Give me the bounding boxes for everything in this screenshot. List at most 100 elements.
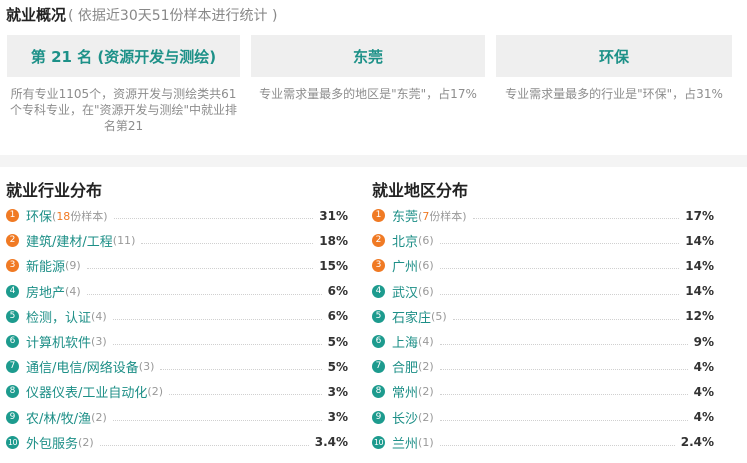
dotted-leader — [112, 318, 322, 320]
count-number: 11 — [117, 234, 132, 248]
count-close: ) — [76, 259, 81, 273]
rank-badge-icon: 2 — [372, 234, 385, 248]
industry-item-link[interactable]: 仪器仪表/工业自动化 — [26, 382, 147, 401]
count-close: ) — [429, 435, 434, 449]
sample-count: (2) — [78, 436, 94, 449]
count-close: ) — [158, 385, 163, 399]
percent-value: 12% — [685, 309, 714, 324]
top-industry-desc: 专业需求量最多的行业是"环保"，占31% — [505, 87, 723, 101]
industry-item-link[interactable]: 检测，认证 — [26, 307, 91, 326]
sample-count: (2) — [418, 360, 434, 373]
percent-value: 17% — [685, 208, 714, 223]
count-number: 2 — [151, 385, 159, 399]
percent-value: 14% — [685, 284, 714, 299]
industry-section-title: 就业行业分布 — [6, 181, 103, 200]
region-item-link[interactable]: 广州 — [392, 256, 418, 275]
dotted-leader — [86, 293, 322, 295]
dotted-leader — [113, 218, 314, 220]
industry-row: 10 外包服务 (2) 3.4% — [6, 430, 348, 455]
industry-row: 3 新能源 (9) 15% — [6, 253, 348, 278]
rank-badge-icon: 1 — [6, 209, 19, 223]
industry-row: 2 建筑/建材/工程 (11) 18% — [6, 228, 348, 253]
sample-count: (1) — [418, 436, 434, 449]
dotted-leader — [452, 318, 680, 320]
region-item-link[interactable]: 上海 — [392, 332, 418, 351]
industry-item-link[interactable]: 新能源 — [26, 256, 65, 275]
industry-row: 8 仪器仪表/工业自动化 (2) 3% — [6, 379, 348, 404]
rank-badge-icon: 10 — [6, 435, 19, 449]
dotted-leader — [112, 419, 322, 421]
region-row: 1 东莞 (7份样本) 17% — [372, 203, 714, 228]
region-row: 3 广州 (6) 14% — [372, 253, 714, 278]
percent-value: 3% — [327, 384, 348, 399]
count-number: 3 — [143, 360, 151, 374]
industry-item-link[interactable]: 建筑/建材/工程 — [26, 231, 113, 250]
percent-value: 3.4% — [314, 435, 348, 450]
region-row: 10 兰州 (1) 2.4% — [372, 430, 714, 455]
region-item-link[interactable]: 合肥 — [392, 357, 418, 376]
region-item-link[interactable]: 常州 — [392, 382, 418, 401]
count-close: ) — [429, 385, 434, 399]
sample-count: (3) — [139, 360, 155, 373]
sample-count: (9) — [65, 259, 81, 272]
rank-badge-icon: 4 — [372, 284, 385, 298]
region-list: 1 东莞 (7份样本) 17% 2 北京 (6) 14% 3 广州 (6) 14% 4 武汉 (6) 14% 5… — [372, 203, 714, 455]
sample-count: (2) — [418, 385, 434, 398]
rank-badge-icon: 8 — [372, 385, 385, 399]
count-close: ) — [429, 360, 434, 374]
rank-badge-icon: 1 — [372, 209, 385, 223]
sample-count: (7份样本) — [418, 208, 467, 224]
region-row: 5 石家庄 (5) 12% — [372, 304, 714, 329]
industry-row: 7 通信/电信/网络设备 (3) 5% — [6, 354, 348, 379]
rank-card-desc: 所有专业1105个，资源开发与测绘类共61个专科专业，在"资源开发与测绘"中就业… — [9, 87, 238, 133]
sample-count: (4) — [418, 335, 434, 348]
region-row: 6 上海 (4) 9% — [372, 329, 714, 354]
count-close: ) — [429, 410, 434, 424]
count-close: 份样本) — [429, 209, 467, 223]
count-close: ) — [429, 259, 434, 273]
overview-title: 就业概况 — [6, 6, 67, 24]
region-item-link[interactable]: 长沙 — [392, 408, 418, 427]
region-item-link[interactable]: 东莞 — [392, 206, 418, 225]
rank-badge-icon: 2 — [6, 234, 19, 248]
count-number: 18 — [56, 209, 71, 223]
region-row: 4 武汉 (6) 14% — [372, 279, 714, 304]
dotted-leader — [99, 444, 309, 446]
sample-count: (2) — [91, 411, 107, 424]
count-close: ) — [429, 234, 434, 248]
percent-value: 4% — [693, 359, 714, 374]
region-item-link[interactable]: 武汉 — [392, 282, 418, 301]
dotted-leader — [439, 268, 680, 270]
count-close: ) — [102, 335, 107, 349]
count-close: ) — [102, 410, 107, 424]
dotted-leader — [439, 394, 688, 396]
sample-count: (5) — [431, 310, 447, 323]
region-row: 9 长沙 (2) 4% — [372, 405, 714, 430]
industry-item-link[interactable]: 农/林/牧/渔 — [26, 408, 91, 427]
count-close: ) — [429, 335, 434, 349]
region-row: 7 合肥 (2) 4% — [372, 354, 714, 379]
count-close: ) — [76, 284, 81, 298]
dotted-leader — [439, 293, 680, 295]
region-item-link[interactable]: 北京 — [392, 231, 418, 250]
sample-count: (2) — [418, 411, 434, 424]
overview-subtitle: ( 依据近30天51份样本进行统计 ) — [68, 8, 278, 24]
count-close: ) — [150, 360, 155, 374]
industry-item-link[interactable]: 外包服务 — [26, 433, 78, 452]
industry-item-link[interactable]: 环保 — [26, 206, 52, 225]
industry-item-link[interactable]: 房地产 — [26, 282, 65, 301]
rank-card: 第 21 名 (资源开发与测绘) — [7, 35, 240, 77]
industry-item-link[interactable]: 通信/电信/网络设备 — [26, 357, 139, 376]
percent-value: 5% — [327, 334, 348, 349]
rank-badge-icon: 7 — [6, 360, 19, 374]
rank-badge-icon: 9 — [372, 410, 385, 424]
region-item-link[interactable]: 兰州 — [392, 433, 418, 452]
percent-value: 9% — [693, 334, 714, 349]
region-item-link[interactable]: 石家庄 — [392, 307, 431, 326]
industry-item-link[interactable]: 计算机软件 — [26, 332, 91, 351]
rank-badge-icon: 6 — [372, 335, 385, 349]
rank-badge-icon: 4 — [6, 284, 19, 298]
top-region-desc: 专业需求量最多的地区是"东莞"，占17% — [259, 87, 477, 101]
count-close: ) — [442, 309, 447, 323]
rank-badge-icon: 9 — [6, 410, 19, 424]
